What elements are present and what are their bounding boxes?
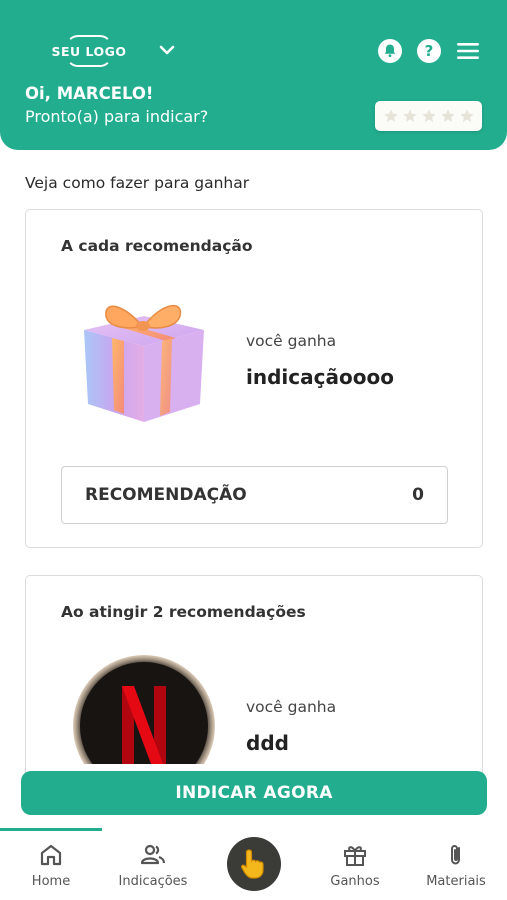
star-icon [459,109,474,122]
rating-stars [375,101,482,131]
bell-icon[interactable] [378,39,402,63]
nav-label: Indicações [118,874,188,889]
star-icon [440,109,455,122]
reward-card: Ao atingir 2 recomendações você ganha dd… [25,575,483,775]
nav-indicacoes[interactable]: Indicações [103,842,203,889]
nav-materiais[interactable]: Materiais [406,842,506,889]
nav-label: Ganhos [330,874,380,889]
bottom-nav: Home Indicações Ganhos Materiais [0,828,507,900]
users-icon [140,844,166,865]
prize-label: você ganha [246,332,337,350]
gift-icon [344,846,366,866]
nav-label: Materiais [426,874,486,889]
greeting-text: Oi, MARCELO! [25,84,154,103]
svg-text:?: ? [425,42,434,60]
app-header: SEU LOGO ? Oi, MARCELO! Pronto(a) para i… [0,0,507,150]
nav-home[interactable]: Home [1,842,101,889]
counter-value: 0 [412,485,424,505]
counter-label: RECOMENDAÇÃO [85,485,247,505]
reward-card: A cada recomendação você ganha indicação… [25,209,483,548]
nav-label: Home [31,874,71,889]
netflix-logo-image [72,654,216,764]
section-title: Veja como fazer para ganhar [25,174,250,192]
greeting-subtitle: Pronto(a) para indicar? [25,107,209,126]
recommendation-counter: RECOMENDAÇÃO 0 [61,466,448,524]
card-title: A cada recomendação [61,237,253,255]
help-icon[interactable]: ? [417,39,441,63]
prize-value: ddd [246,731,289,755]
star-icon [421,109,436,122]
paperclip-icon [451,845,460,865]
star-icon [402,109,417,122]
prize-label: você ganha [246,698,337,716]
home-icon [40,844,62,866]
gift-box-image [84,304,204,422]
brand-logo[interactable]: SEU LOGO [46,34,132,68]
pointing-hand-icon [240,849,264,879]
star-icon [383,109,398,122]
chevron-down-icon[interactable] [156,40,178,60]
card-title: Ao atingir 2 recomendações [61,603,306,621]
center-action-button[interactable] [227,837,281,891]
active-tab-indicator [0,828,102,831]
menu-icon[interactable] [456,39,480,63]
nav-ganhos[interactable]: Ganhos [305,842,405,889]
refer-now-button[interactable]: INDICAR AGORA [21,771,487,815]
prize-value: indicaçãoooo [246,365,394,389]
